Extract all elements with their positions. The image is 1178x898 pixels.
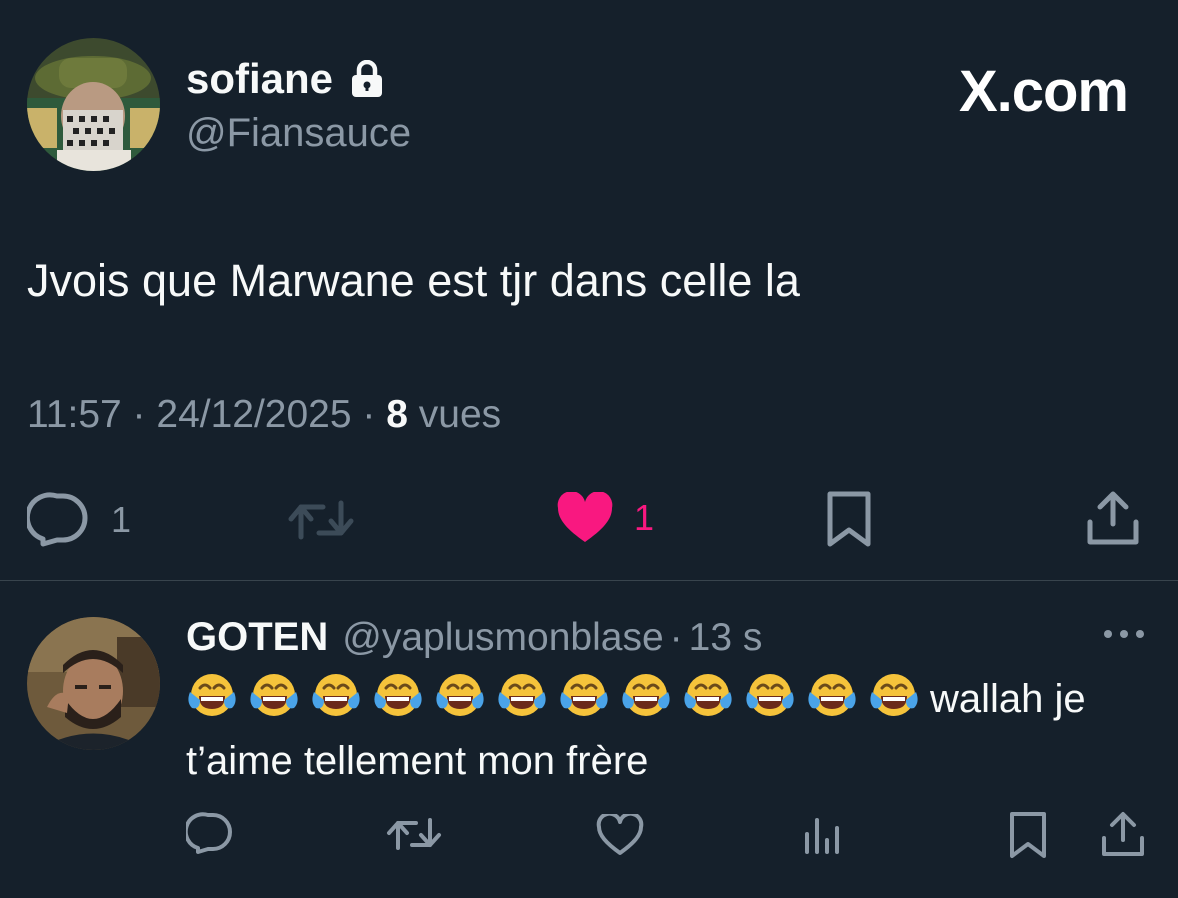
more-options-button[interactable] bbox=[1102, 626, 1146, 647]
tears-of-joy-emoji bbox=[808, 674, 856, 716]
retweet-icon bbox=[387, 818, 441, 850]
tears-of-joy-emoji bbox=[250, 674, 298, 716]
author-name-text: sofiane bbox=[186, 55, 334, 102]
tears-of-joy-emoji bbox=[498, 674, 546, 716]
like-count: 1 bbox=[634, 497, 655, 538]
author-avatar[interactable] bbox=[27, 38, 160, 171]
tears-of-joy-emoji bbox=[684, 674, 732, 716]
reply-icon bbox=[27, 492, 88, 547]
tears-of-joy-emoji bbox=[188, 674, 236, 716]
tweet-text: Jvois que Marwane est tjr dans celle la bbox=[27, 255, 800, 306]
reply-time[interactable]: 13 s bbox=[689, 616, 763, 660]
meta-separator: · bbox=[669, 616, 683, 659]
author-name[interactable]: sofiane bbox=[186, 55, 383, 103]
retweet-button[interactable] bbox=[287, 497, 355, 543]
divider bbox=[0, 580, 1178, 581]
tears-of-joy-emoji bbox=[560, 674, 608, 716]
tweet-time[interactable]: 11:57 bbox=[27, 393, 122, 436]
meta-separator: · bbox=[362, 393, 387, 436]
more-icon bbox=[1104, 630, 1144, 638]
reply-views-button[interactable] bbox=[802, 816, 844, 861]
tears-of-joy-emoji bbox=[436, 674, 484, 716]
author-handle[interactable]: @Fiansauce bbox=[186, 111, 411, 156]
reply-author-handle[interactable]: @yaplusmonblase bbox=[342, 616, 663, 660]
heart-outline-icon bbox=[596, 811, 644, 855]
tears-of-joy-emoji bbox=[374, 674, 422, 716]
retweet-icon bbox=[288, 500, 354, 540]
meta-separator: · bbox=[132, 393, 157, 436]
reply-reply-button[interactable] bbox=[183, 812, 234, 861]
views-chart-icon bbox=[805, 818, 839, 854]
reply-bookmark-button[interactable] bbox=[1008, 810, 1048, 865]
tweet-date[interactable]: 24/12/2025 bbox=[156, 393, 351, 436]
tweet-meta: 11:57 · 24/12/2025 · 8 vues bbox=[27, 393, 501, 437]
reply-button[interactable]: 1 bbox=[27, 492, 131, 548]
tweet-screen: sofiane @Fiansauce X.com Jvois que Marwa… bbox=[0, 0, 1178, 898]
share-button[interactable] bbox=[1086, 490, 1140, 546]
reply-author-name[interactable]: GOTEN bbox=[186, 615, 328, 660]
reply-share-button[interactable] bbox=[1100, 810, 1146, 863]
bookmark-icon bbox=[827, 491, 871, 547]
like-button[interactable]: 1 bbox=[556, 492, 654, 544]
x-logo: X.com bbox=[958, 59, 1129, 124]
bookmark-icon bbox=[1010, 812, 1046, 858]
reply-text: wallah je t’aime tellement mon frère bbox=[186, 668, 1146, 792]
reply-icon bbox=[183, 812, 232, 854]
reply-author-avatar[interactable] bbox=[27, 617, 160, 750]
share-icon bbox=[1087, 491, 1139, 545]
heart-filled-icon bbox=[557, 492, 613, 542]
tears-of-joy-emoji bbox=[312, 674, 360, 716]
share-icon bbox=[1102, 812, 1144, 856]
views-label: vues bbox=[418, 393, 502, 436]
emoji-row bbox=[186, 674, 930, 721]
tears-of-joy-emoji bbox=[622, 674, 670, 716]
lock-icon bbox=[351, 59, 383, 98]
reply-like-button[interactable] bbox=[596, 811, 644, 861]
tears-of-joy-emoji bbox=[870, 674, 918, 716]
views-count: 8 bbox=[386, 393, 408, 436]
tears-of-joy-emoji bbox=[746, 674, 794, 716]
reply-header: GOTEN @yaplusmonblase · 13 s bbox=[186, 615, 762, 660]
reply-retweet-button[interactable] bbox=[386, 815, 442, 858]
reply-count: 1 bbox=[111, 499, 132, 540]
bookmark-button[interactable] bbox=[826, 490, 872, 548]
